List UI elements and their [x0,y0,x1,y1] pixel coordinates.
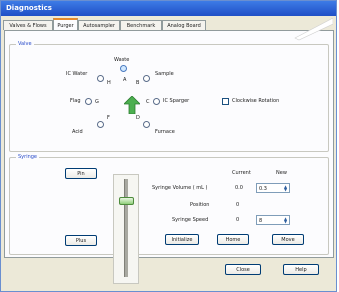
syringe-volume-label: Syringe Volume ( mL ) [152,185,208,191]
spin-arrows-icon[interactable]: ▲ ▼ [283,185,288,192]
slider-track [124,179,128,277]
position-label: Position [190,202,210,208]
furnace-label: Furnace [155,129,175,135]
move-button[interactable]: Move [272,234,304,245]
position-current: 0 [236,202,240,208]
tab-purger[interactable]: Purger [53,18,78,30]
ic-water-radio[interactable] [97,75,104,82]
title-bar[interactable]: Diagnostics [1,1,336,16]
furnace-radio[interactable] [143,121,150,128]
port-letter-f: F [107,115,110,121]
clockwise-rotation-checkbox[interactable] [222,98,229,105]
flag-radio[interactable] [85,98,92,105]
slider-thumb[interactable] [119,197,134,205]
syringe-volume-spinner[interactable]: 0.3 ▲ ▼ [256,183,290,193]
purger-panel: Valve Waste IC Water Sample Flag IC Spar… [4,30,334,284]
syringe-group: Syringe Pin Plus Current New Syringe Vol… [9,154,329,255]
syringe-volume-new-value: 0.3 [259,186,267,192]
valve-group-title: Valve [16,41,34,47]
syringe-slider[interactable] [113,174,139,284]
port-letter-g: G [95,99,99,105]
acid-radio[interactable] [97,121,104,128]
home-button[interactable]: Home [217,234,249,245]
sample-label: Sample [155,71,174,77]
plus-button[interactable]: Plus [65,235,97,246]
close-button[interactable]: Close [225,264,261,275]
valve-group: Valve Waste IC Water Sample Flag IC Spar… [9,41,329,152]
initialize-button[interactable]: Initialize [165,234,199,245]
tab-valves-flows[interactable]: Valves & Flows [3,20,53,30]
window-title: Diagnostics [6,4,52,12]
syringe-volume-current: 0.0 [235,185,243,191]
tab-analog-board[interactable]: Analog Board [162,20,206,30]
port-letter-b: B [136,80,140,86]
sample-radio[interactable] [143,75,150,82]
syringe-speed-spinner[interactable]: 8 ▲ ▼ [256,215,290,225]
ic-sparger-label: IC Sparger [163,98,190,104]
new-header: New [276,170,287,176]
tab-benchmark[interactable]: Benchmark [120,20,162,30]
port-letter-c: C [146,99,150,105]
clockwise-rotation-label: Clockwise Rotation [232,98,280,104]
port-letter-h: H [107,80,111,86]
waste-radio[interactable] [120,65,127,72]
waste-label: Waste [114,57,130,63]
valve-direction-arrow-icon [124,96,140,114]
flag-label: Flag [70,98,81,104]
port-letter-a: A [123,77,127,83]
syringe-group-title: Syringe [16,154,39,160]
ic-sparger-radio[interactable] [153,98,160,105]
syringe-speed-new-value: 8 [259,218,263,224]
help-button[interactable]: Help [283,264,319,275]
spin-arrows-icon[interactable]: ▲ ▼ [283,217,288,224]
diagnostics-window: Diagnostics Valves & Flows Purger Autosa… [0,0,337,292]
syringe-speed-current: 0 [236,217,240,223]
callout-pointer [294,18,333,41]
syringe-speed-label: Syringe Speed [172,217,209,223]
ic-water-label: IC Water [66,71,88,77]
pin-button[interactable]: Pin [65,168,97,179]
current-header: Current [232,170,251,176]
acid-label: Acid [72,129,83,135]
tab-autosampler[interactable]: Autosampler [78,20,120,30]
port-letter-d: D [136,115,140,121]
